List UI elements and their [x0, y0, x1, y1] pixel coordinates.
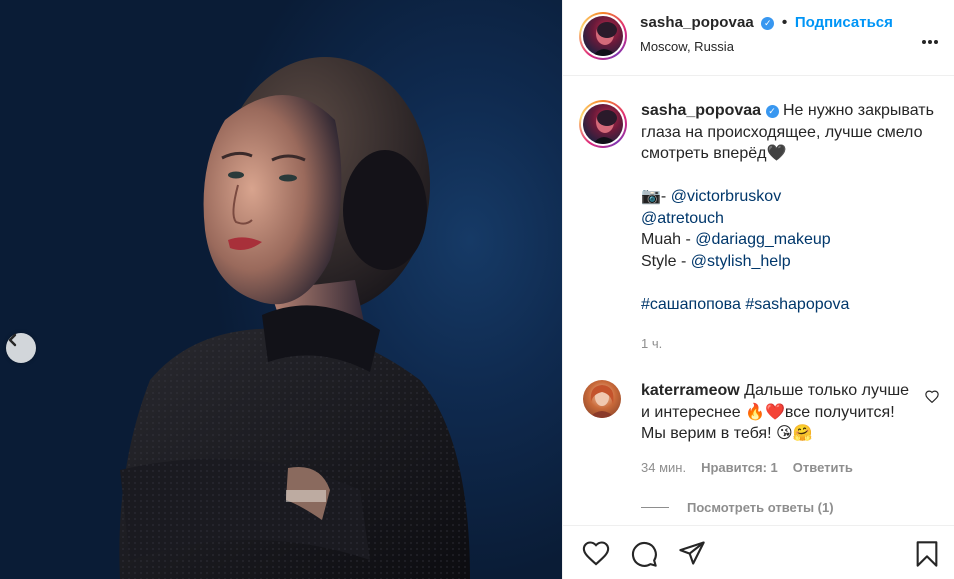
- portrait-image: [119, 57, 470, 579]
- author-avatar[interactable]: [579, 12, 627, 60]
- reply-button[interactable]: Ответить: [793, 460, 853, 475]
- chevron-left-icon: [8, 333, 17, 347]
- share-button[interactable]: [678, 540, 706, 571]
- view-replies-label: Посмотреть ответы (1): [687, 500, 834, 515]
- heart-icon: [925, 390, 939, 404]
- mention-link[interactable]: @stylish_help: [691, 253, 791, 270]
- bookmark-icon: [916, 541, 938, 567]
- commenter-username[interactable]: katerrameow: [641, 382, 740, 399]
- caption-text: sasha_popovaa ✓ Не нужно закрывать глаза…: [641, 100, 941, 315]
- post-side-panel: sasha_popovaa ✓ • Подписаться Moscow, Ru…: [562, 0, 954, 579]
- credit-label: Muah -: [641, 231, 696, 248]
- camera-credit-prefix: 📷-: [641, 188, 671, 205]
- post-photo[interactable]: [0, 0, 562, 579]
- credit-label: Style -: [641, 252, 691, 270]
- more-options-button[interactable]: [921, 32, 939, 50]
- paper-plane-icon: [679, 541, 705, 565]
- comment-likes-count[interactable]: Нравится: 1: [701, 460, 778, 475]
- comment-icon: [631, 541, 657, 567]
- verified-badge-icon: ✓: [761, 17, 775, 30]
- author-username[interactable]: sasha_popovaa: [640, 14, 754, 31]
- heart-icon: [582, 541, 610, 566]
- more-horizontal-icon: [922, 40, 938, 44]
- carousel-prev-button[interactable]: [6, 333, 36, 363]
- comment-button[interactable]: [630, 540, 658, 573]
- like-button[interactable]: [582, 540, 610, 571]
- mention-link[interactable]: @atretouch: [641, 210, 724, 227]
- replies-divider-line: [641, 507, 669, 508]
- post-header: sasha_popovaa ✓ • Подписаться Moscow, Ru…: [563, 0, 954, 76]
- hashtag-link[interactable]: #сашапопова: [641, 296, 741, 313]
- comment-like-button[interactable]: [925, 390, 939, 408]
- comment-timestamp[interactable]: 34 мин.: [641, 460, 686, 475]
- avatar-image: [583, 16, 623, 56]
- commenter-avatar[interactable]: [583, 380, 621, 418]
- caption-username[interactable]: sasha_popovaa: [641, 102, 761, 119]
- post-actions-bar: [563, 525, 954, 579]
- verified-badge-icon: ✓: [765, 105, 779, 118]
- caption-timestamp[interactable]: 1 ч.: [641, 336, 662, 351]
- follow-button[interactable]: Подписаться: [795, 14, 893, 31]
- comment-meta: 34 мин. Нравится: 1 Ответить: [641, 460, 853, 475]
- save-button[interactable]: [915, 540, 939, 573]
- hashtag-link[interactable]: #sashapopova: [745, 296, 849, 313]
- caption-author-avatar[interactable]: [579, 100, 627, 148]
- view-replies-button[interactable]: Посмотреть ответы (1): [641, 500, 834, 515]
- mention-link[interactable]: @victorbruskov: [671, 188, 782, 205]
- mention-link[interactable]: @dariagg_makeup: [695, 231, 830, 248]
- post-location[interactable]: Moscow, Russia: [640, 39, 734, 54]
- comment-text-block: katerrameow Дальше только лучше и интере…: [641, 380, 911, 445]
